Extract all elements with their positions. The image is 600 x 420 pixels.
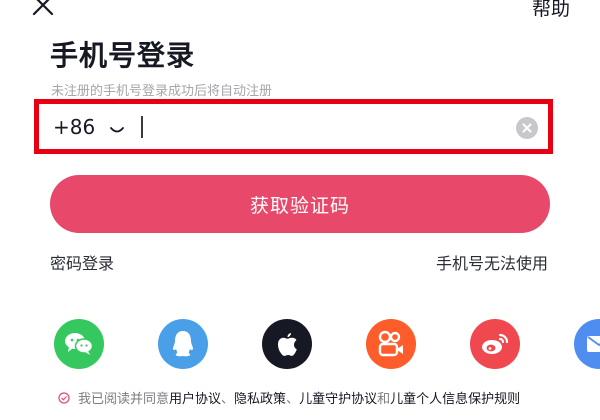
agreement-and: 和 (377, 392, 391, 407)
chevron-down-icon[interactable] (109, 121, 125, 133)
get-verification-code-button[interactable]: 获取验证码 (50, 175, 550, 233)
qq-login-button[interactable] (158, 319, 208, 369)
agreement-separator: 、 (221, 392, 235, 407)
child-info-rules-link[interactable]: 儿童个人信息保护规则 (390, 392, 520, 407)
wechat-icon (65, 333, 94, 355)
privacy-policy-link[interactable]: 隐私政策 (234, 392, 286, 407)
phone-unavailable-link[interactable]: 手机号无法使用 (436, 250, 548, 274)
wechat-login-button[interactable] (54, 319, 104, 369)
agreement-separator: 、 (286, 392, 300, 407)
kuaishou-icon (378, 330, 403, 357)
clear-icon[interactable] (516, 117, 538, 139)
country-code-selector[interactable]: +86 (53, 115, 95, 139)
close-icon[interactable] (30, 0, 56, 18)
apple-login-button[interactable] (262, 319, 312, 369)
email-login-button[interactable] (574, 319, 600, 369)
agreement-text: 我已阅读并同意用户协议、隐私政策、儿童守护协议和儿童个人信息保护规则 (58, 390, 578, 410)
apple-icon (278, 333, 297, 356)
qq-icon (173, 331, 193, 357)
email-icon (587, 336, 600, 352)
kuaishou-login-button[interactable] (366, 319, 416, 369)
child-protection-link[interactable]: 儿童守护协议 (299, 392, 377, 407)
agreement-prefix: 我已阅读并同意 (78, 392, 170, 407)
help-link[interactable]: 帮助 (532, 0, 570, 21)
phone-input-caret (141, 116, 143, 138)
weibo-login-button[interactable] (470, 319, 520, 369)
unchecked-circle-icon[interactable] (58, 391, 70, 404)
page-title: 手机号登录 (50, 39, 196, 72)
page-subtitle: 未注册的手机号登录成功后将自动注册 (51, 84, 273, 99)
password-login-link[interactable]: 密码登录 (50, 250, 114, 274)
weibo-icon (482, 333, 509, 354)
phone-input-row[interactable]: +86 (34, 99, 553, 154)
user-agreement-link[interactable]: 用户协议 (169, 392, 221, 407)
